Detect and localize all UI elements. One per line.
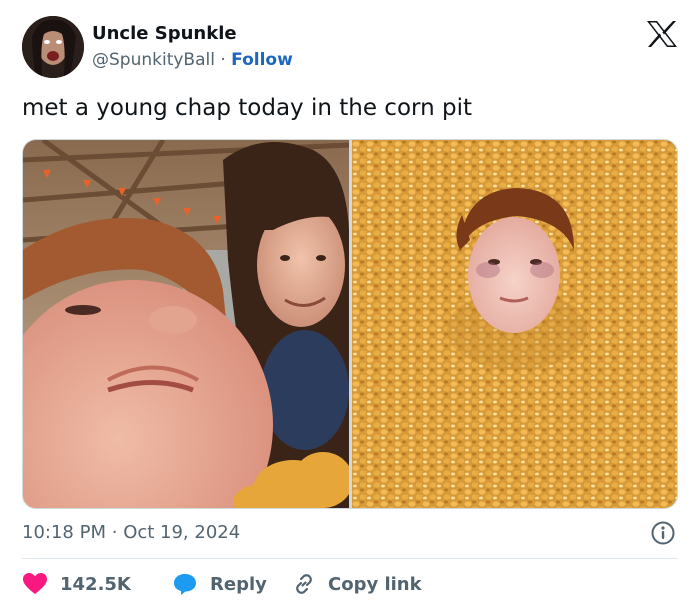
like-button[interactable]: 142.5K: [22, 572, 172, 596]
reply-button[interactable]: Reply: [172, 572, 292, 596]
tweet-card: Uncle Spunkle @SpunkityBall · Follow met…: [0, 0, 700, 612]
divider: [22, 558, 678, 559]
handle-separator: ·: [220, 50, 226, 70]
photo-selfie[interactable]: [23, 140, 349, 508]
tweet-text: met a young chap today in the corn pit: [22, 95, 472, 121]
follow-button[interactable]: Follow: [231, 50, 293, 70]
reply-label: Reply: [210, 573, 267, 595]
action-bar: 142.5K Reply Copy link: [22, 570, 422, 598]
author-handle[interactable]: @SpunkityBall: [92, 50, 215, 70]
avatar[interactable]: [22, 16, 84, 78]
link-icon: [296, 574, 312, 594]
copy-link-label: Copy link: [328, 573, 422, 595]
tweet-date: Oct 19, 2024: [123, 522, 241, 543]
copy-link-button[interactable]: Copy link: [292, 572, 422, 596]
timestamp-separator: ·: [111, 522, 118, 543]
photo-corn-pit[interactable]: [352, 140, 677, 508]
author-name[interactable]: Uncle Spunkle: [92, 22, 237, 46]
media-grid: [22, 139, 678, 509]
tweet-timestamp[interactable]: 10:18 PM · Oct 19, 2024: [22, 519, 240, 547]
x-logo-icon[interactable]: [646, 20, 678, 48]
tweet-time: 10:18 PM: [22, 522, 106, 543]
speech-bubble-icon: [174, 574, 196, 595]
avatar-image: [22, 16, 84, 78]
heart-icon: [23, 573, 47, 594]
author-handle-line: @SpunkityBall · Follow: [92, 48, 293, 72]
info-icon[interactable]: [650, 520, 676, 546]
like-count: 142.5K: [60, 573, 131, 595]
